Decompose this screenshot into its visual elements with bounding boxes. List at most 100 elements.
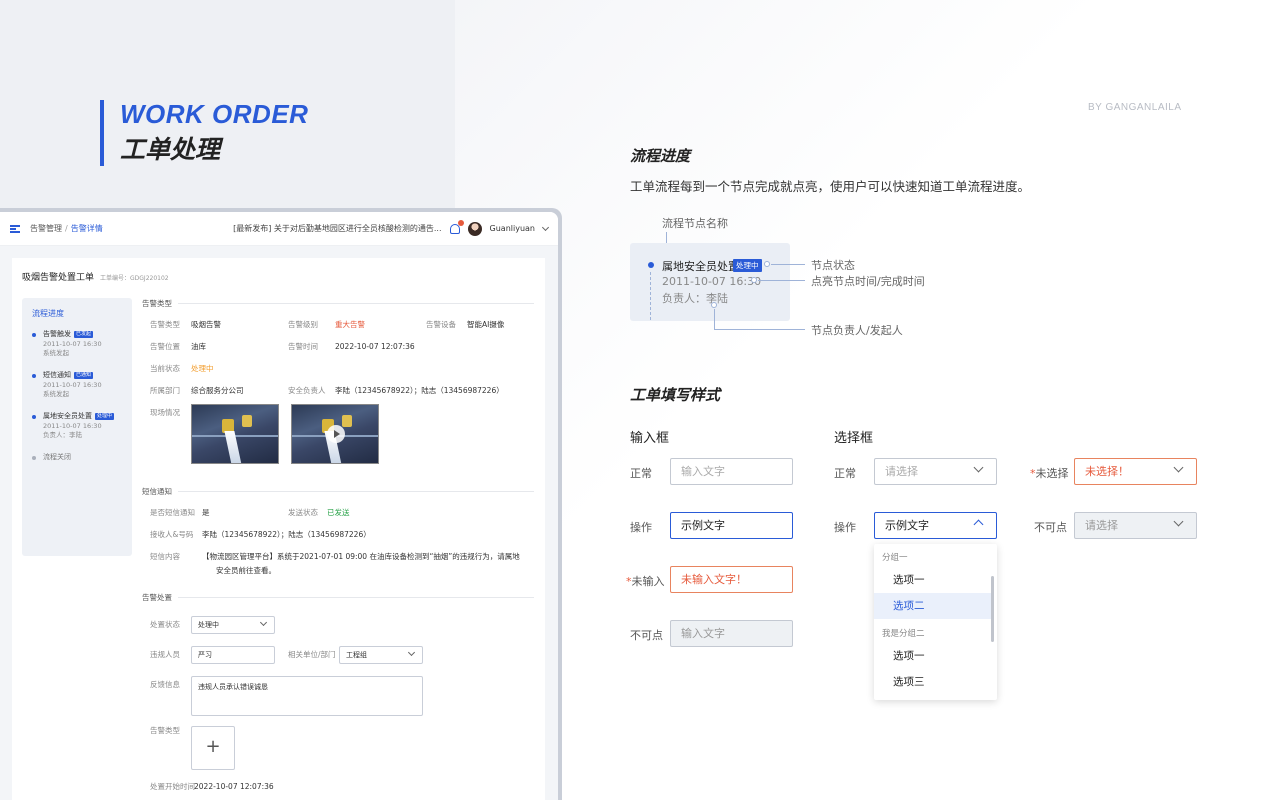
form-section-title: 工单填写样式 [630,386,721,404]
field-label: 告警级别 [288,320,318,329]
divider [178,303,534,304]
chevron-down-icon [973,462,984,473]
annotation-point [751,277,757,283]
field-value: 是 [202,508,210,517]
hero-title-en: WORK ORDER [120,99,309,129]
field-label: 所属部门 [150,386,180,395]
field-label: 是否短信通知 [150,508,195,517]
select-disabled: 请选择 [1074,512,1197,539]
annotation-node-state: 节点状态 [811,259,855,272]
flow-connector [650,272,651,320]
field-value: 处理中 [191,364,214,373]
dropdown-scrollbar[interactable] [991,576,994,642]
node-dot-icon [648,262,654,268]
section-handle: 告警处置 [142,593,172,602]
top-bar: 告警管理 / 告警详情 [最新发布] 关于对后勤基地园区进行全员核酸检测的通告...… [0,212,558,246]
field-value: 吸烟告警 [191,320,221,329]
dropdown-option[interactable]: 选项三 [874,669,992,695]
progress-step: 流程关闭 [32,452,122,463]
field-value: 2022-10-07 12:07:36 [335,342,415,351]
annotation-line [714,329,805,330]
field-label: 告警类型 [150,726,180,735]
field-label: 告警设备 [426,320,456,329]
annotation-node-owner: 节点负责人/发起人 [811,324,903,337]
progress-panel: 流程进度 告警触发 已发起 2011-10-07 16:30 系统发起 短信通知已… [22,298,132,556]
field-value: 已发送 [327,508,350,517]
input-error[interactable]: 未输入文字！ [670,566,793,593]
field-value: 2022-10-07 12:07:36 [194,782,274,791]
scene-photo[interactable] [191,404,279,464]
demo-node-time: 2011-10-07 16:30 [662,275,762,288]
flow-section-title: 流程进度 [630,147,691,165]
field-label: 现场情况 [150,408,180,417]
handle-status-select[interactable]: 处理中 [191,616,275,634]
field-label: 短信内容 [150,552,180,561]
annotation-point [764,261,770,267]
order-number: 工单编号：GDGJ220102 [100,275,169,282]
field-label: 告警位置 [150,342,180,351]
latest-notice[interactable]: [最新发布] 关于对后勤基地园区进行全员核酸检测的通告... [233,223,441,234]
select-error[interactable]: 未选择！ [1074,458,1197,485]
row-label-missing: *未输入 [626,575,665,588]
field-value: 综合服务分公司 [191,386,244,395]
field-label: 告警时间 [288,342,318,351]
section-alarm-type: 告警类型 [142,299,172,308]
field-label: 接收人&号码 [150,530,194,539]
status-badge: 已发起 [74,330,94,338]
status-badge: 已通知 [74,371,94,379]
avatar[interactable] [467,221,482,236]
work-order-card: 吸烟告警处置工单 工单编号：GDGJ220102 流程进度 告警触发 已发起 201… [12,258,545,800]
annotation-node-name: 流程节点名称 [662,217,728,230]
row-label-unselected: *未选择 [1030,467,1069,480]
input-focused[interactable]: 示例文字 [670,512,793,539]
breadcrumb-item-alarm-detail: 告警详情 [70,224,103,233]
bell-icon[interactable] [449,219,464,234]
field-value: 智能AI摄像 [467,320,505,329]
select-normal[interactable]: 请选择 [874,458,997,485]
upload-button[interactable]: + [191,726,235,770]
app-screen: 告警管理 / 告警详情 [最新发布] 关于对后勤基地园区进行全员核酸检测的通告...… [0,212,558,800]
breadcrumb-item-alarm-mgmt[interactable]: 告警管理 [30,224,62,233]
chevron-down-icon [1173,462,1184,473]
dropdown-option[interactable]: 选项一 [874,567,992,593]
dropdown-option[interactable]: 选项一 [874,643,992,669]
dropdown-group-label: 我是分组二 [882,629,925,639]
play-icon[interactable] [327,425,345,443]
scene-video[interactable] [291,404,379,464]
field-label: 处置开始时间 [150,782,195,791]
field-value: 李陆（12345678922）；陆志（13456987226） [335,386,504,395]
dropdown-option-selected[interactable]: 选项二 [874,593,992,619]
feedback-textarea[interactable]: 违规人员承认错误诚恳 [191,676,423,716]
demo-node-owner: 负责人：李陆 [662,292,728,305]
violator-input[interactable]: 严习 [191,646,275,664]
menu-collapse-icon[interactable] [10,224,20,233]
row-label-normal: 正常 [834,467,856,480]
row-label-operate: 操作 [630,521,652,534]
chevron-down-icon [1173,516,1184,527]
user-name[interactable]: Guanliyuan [490,224,535,233]
field-label: 处置状态 [150,620,180,629]
row-label-disabled: 不可点 [1034,521,1067,534]
status-badge: 处理中 [733,259,762,272]
unit-select[interactable]: 工程组 [339,646,423,664]
input-normal[interactable]: 输入文字 [670,458,793,485]
field-value: 【物流园区管理平台】系统于2021-07-01 09:00 在油库设备检测到“抽… [202,552,520,561]
status-badge: 处理中 [95,412,115,420]
chevron-up-icon [973,519,984,530]
field-label: 相关单位/部门 [288,650,336,659]
progress-step: 属地安全员处置 处理中 2011-10-07 16:30 负责人：李陆 [32,411,122,440]
field-value: 李陆（12345678922）；陆志（13456987226） [202,530,371,539]
screen-mockup: 告警管理 / 告警详情 [最新发布] 关于对后勤基地园区进行全员核酸检测的通告...… [0,208,562,800]
row-label-operate: 操作 [834,521,856,534]
chevron-down-icon[interactable] [541,223,550,231]
card-title: 吸烟告警处置工单 工单编号：GDGJ220102 [12,258,545,283]
work-order-title: 吸烟告警处置工单 [22,273,95,283]
select-open[interactable]: 示例文字 [874,512,997,539]
chevron-down-icon [407,648,416,657]
flow-description: 工单流程每到一个节点完成就点亮，使用户可以快速知道工单流程进度。 [630,179,1031,194]
chevron-down-icon [259,618,268,627]
field-label: 发送状态 [288,508,318,517]
divider [178,597,534,598]
field-value: 重大告警 [335,320,365,329]
annotation-node-time: 点亮节点时间/完成时间 [811,275,925,288]
